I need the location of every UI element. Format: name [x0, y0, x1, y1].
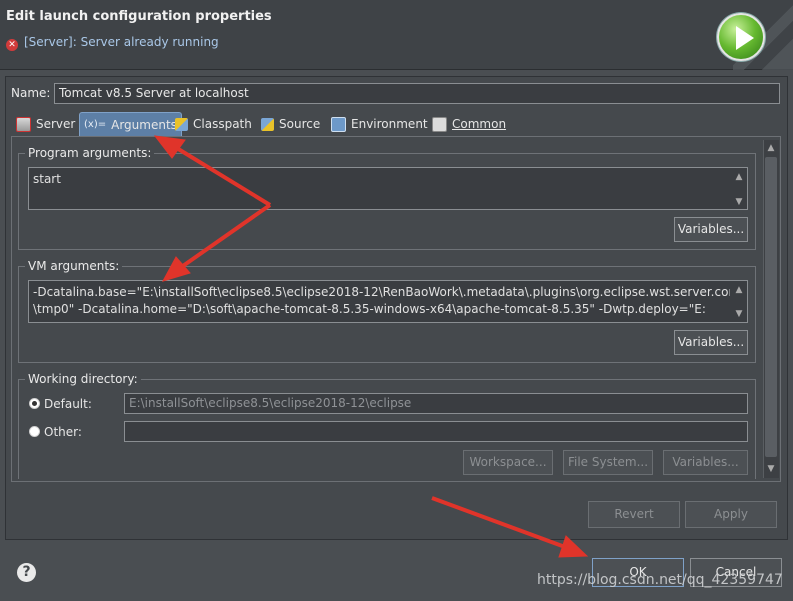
chevron-down-icon[interactable]: ▼: [732, 307, 746, 321]
tab-server[interactable]: Server: [16, 112, 75, 136]
tab-environment-label: Environment: [351, 117, 428, 131]
tab-arguments-label: Arguments: [111, 117, 177, 132]
tab-arguments[interactable]: (x)= Arguments: [79, 112, 182, 136]
program-arguments-value: start: [33, 172, 61, 186]
vm-arguments-textarea[interactable]: -Dcatalina.base="E:\installSoft\eclipse8…: [28, 280, 748, 323]
other-radio[interactable]: [29, 426, 40, 437]
error-icon: ✕: [6, 39, 18, 51]
tab-source[interactable]: Source: [261, 112, 320, 136]
vm-variables-button[interactable]: Variables...: [674, 330, 748, 355]
name-field[interactable]: Tomcat v8.5 Server at localhost: [54, 83, 780, 104]
vm-arguments-title: VM arguments:: [25, 259, 123, 273]
other-directory-field[interactable]: [124, 421, 748, 442]
vm-arguments-line-2: \tmp0" -Dcatalina.home="D:\soft\apache-t…: [33, 302, 706, 316]
tab-classpath[interactable]: Classpath: [175, 112, 252, 136]
program-arguments-title: Program arguments:: [25, 146, 155, 160]
status-text: [Server]: Server already running: [24, 35, 219, 49]
tab-server-label: Server: [36, 117, 76, 131]
tab-source-label: Source: [279, 117, 321, 131]
revert-button[interactable]: Revert: [588, 501, 680, 528]
name-label: Name:: [11, 86, 51, 100]
default-directory-field[interactable]: E:\installSoft\eclipse8.5\eclipse2018-12…: [124, 393, 748, 414]
default-label: Default:: [44, 397, 92, 411]
apply-button[interactable]: Apply: [685, 501, 777, 528]
server-icon: [16, 116, 31, 132]
common-icon: [432, 116, 447, 132]
status-message: ✕ [Server]: Server already running: [6, 35, 219, 51]
tab-common[interactable]: Common: [432, 112, 506, 136]
program-variables-button[interactable]: Variables...: [674, 217, 748, 242]
working-directory-title: Working directory:: [25, 372, 141, 386]
tab-classpath-label: Classpath: [193, 117, 252, 131]
environment-icon: [331, 116, 346, 132]
chevron-up-icon[interactable]: ▲: [764, 141, 778, 155]
run-play-icon: [717, 13, 765, 61]
other-label: Other:: [44, 425, 82, 439]
dialog-title: Edit launch configuration properties: [6, 9, 272, 24]
variable-icon: (x)=: [84, 119, 107, 130]
chevron-down-icon[interactable]: ▼: [764, 462, 778, 476]
chevron-up-icon[interactable]: ▲: [732, 283, 746, 297]
chevron-up-icon[interactable]: ▲: [732, 170, 746, 184]
tab-environment[interactable]: Environment: [331, 112, 428, 136]
tab-common-label: Common: [452, 117, 507, 131]
help-icon[interactable]: ?: [17, 563, 36, 582]
watermark: https://blog.csdn.net/qq_42359747: [537, 572, 783, 588]
classpath-icon: [175, 117, 188, 131]
program-arguments-textarea[interactable]: start: [28, 167, 748, 210]
vm-arguments-line-1: -Dcatalina.base="E:\installSoft\eclipse8…: [33, 285, 741, 299]
chevron-down-icon[interactable]: ▼: [732, 195, 746, 209]
scrollbar-thumb[interactable]: [765, 157, 777, 457]
workspace-button[interactable]: Workspace...: [463, 450, 553, 475]
default-radio[interactable]: [29, 398, 40, 409]
file-system-button[interactable]: File System...: [563, 450, 653, 475]
source-icon: [261, 117, 274, 131]
working-variables-button[interactable]: Variables...: [663, 450, 748, 475]
